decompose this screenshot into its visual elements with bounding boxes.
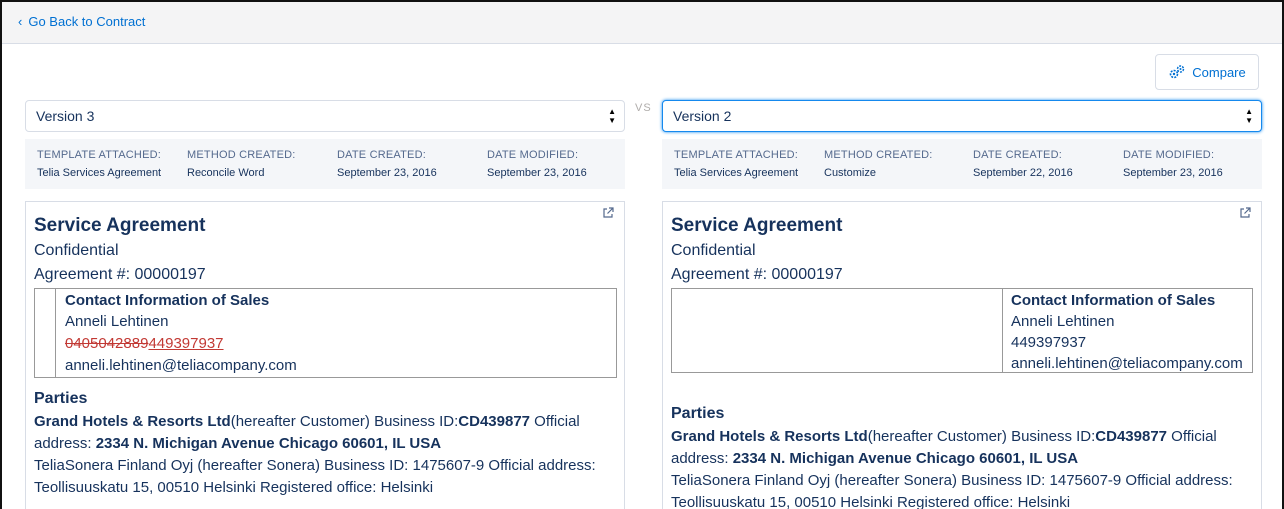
party-address: 2334 N. Michigan Avenue Chicago 60601, I… bbox=[95, 435, 442, 452]
agreement-number: Agreement #: 00000197 bbox=[34, 266, 206, 283]
contact-header: Contact Information of Sales bbox=[1011, 292, 1216, 309]
chevron-left-icon: ‹ bbox=[18, 14, 23, 29]
left-document-preview: Service Agreement Confidential Agreement… bbox=[25, 201, 625, 509]
meta-value: September 22, 2016 bbox=[973, 167, 1073, 179]
meta-value: Telia Services Agreement bbox=[674, 167, 799, 179]
right-document-preview: Service Agreement Confidential Agreement… bbox=[662, 201, 1262, 509]
deleted-phone: 0405042889 bbox=[65, 335, 149, 352]
contact-email: anneli.lehtinen@teliacompany.com bbox=[1011, 355, 1243, 372]
meta-value: Telia Services Agreement bbox=[37, 167, 162, 179]
parties-line-4: Teollisuuskatu 15, 00510 Helsinki Regist… bbox=[671, 494, 1071, 509]
contact-table: Contact Information of Sales Anneli Leht… bbox=[671, 288, 1253, 373]
parties-text: Grand Hotels & Resorts Ltd(hereafter Cus… bbox=[671, 426, 1256, 509]
party-address: 2334 N. Michigan Avenue Chicago 60601, I… bbox=[732, 450, 1079, 467]
contact-phone-diff: 0405042889449397937 bbox=[65, 335, 224, 352]
party-desc: (hereafter Customer) Business ID: bbox=[230, 413, 459, 430]
contact-name: Anneli Lehtinen bbox=[65, 313, 169, 330]
party-official: Official bbox=[1167, 428, 1217, 445]
compare-button[interactable]: Compare bbox=[1155, 54, 1259, 90]
right-version-value: Version 2 bbox=[673, 108, 732, 124]
meta-label: METHOD CREATED: bbox=[824, 149, 933, 161]
contact-table-empty-cell bbox=[35, 289, 56, 377]
party-id: CD439877 bbox=[458, 413, 530, 430]
left-version-value: Version 3 bbox=[36, 108, 95, 124]
parties-line-2: address: 2334 N. Michigan Avenue Chicago… bbox=[671, 448, 1256, 470]
meta-label: DATE MODIFIED: bbox=[1123, 149, 1215, 161]
meta-value: September 23, 2016 bbox=[337, 167, 437, 179]
parties-heading: Parties bbox=[34, 390, 88, 407]
party-id: CD439877 bbox=[1095, 428, 1167, 445]
party-official: Official bbox=[530, 413, 580, 430]
document-confidential: Confidential bbox=[34, 242, 119, 259]
meta-label: METHOD CREATED: bbox=[187, 149, 296, 161]
left-version-meta: TEMPLATE ATTACHED: Telia Services Agreem… bbox=[25, 139, 625, 189]
meta-method: METHOD CREATED: Customize bbox=[824, 149, 933, 179]
right-version-select[interactable]: Version 2 ▲ ▼ bbox=[662, 100, 1262, 132]
contact-email: anneli.lehtinen@teliacompany.com bbox=[65, 357, 297, 374]
parties-line-1: Grand Hotels & Resorts Ltd(hereafter Cus… bbox=[34, 411, 619, 433]
gears-icon bbox=[1169, 65, 1185, 79]
top-bar: ‹ Go Back to Contract bbox=[2, 2, 1282, 44]
parties-line-1: Grand Hotels & Resorts Ltd(hereafter Cus… bbox=[671, 426, 1256, 448]
contact-header: Contact Information of Sales bbox=[65, 292, 270, 309]
inserted-phone: 449397937 bbox=[148, 335, 224, 352]
parties-line-3: TeliaSonera Finland Oyj (hereafter Soner… bbox=[671, 472, 1233, 489]
meta-label: DATE MODIFIED: bbox=[487, 149, 579, 161]
open-external-icon[interactable] bbox=[1239, 207, 1251, 219]
meta-label: DATE CREATED: bbox=[337, 149, 426, 161]
meta-value: September 23, 2016 bbox=[487, 167, 587, 179]
document-title: Service Agreement bbox=[34, 215, 206, 236]
meta-label: TEMPLATE ATTACHED: bbox=[37, 149, 162, 161]
vs-label: VS bbox=[635, 102, 652, 114]
meta-date-created: DATE CREATED: September 22, 2016 bbox=[973, 149, 1073, 179]
back-link-label: Go Back to Contract bbox=[28, 14, 146, 29]
app-frame: ‹ Go Back to Contract Compare Version 3 … bbox=[0, 0, 1284, 509]
meta-label: TEMPLATE ATTACHED: bbox=[674, 149, 799, 161]
contact-table: Contact Information of Sales Anneli Leht… bbox=[34, 288, 617, 378]
open-external-icon[interactable] bbox=[602, 207, 614, 219]
select-arrows-icon: ▲ ▼ bbox=[1245, 107, 1253, 125]
select-arrows-icon: ▲ ▼ bbox=[608, 107, 616, 125]
meta-template: TEMPLATE ATTACHED: Telia Services Agreem… bbox=[37, 149, 161, 179]
meta-label: DATE CREATED: bbox=[973, 149, 1062, 161]
parties-line-3: TeliaSonera Finland Oyj (hereafter Soner… bbox=[34, 457, 596, 474]
meta-value: Customize bbox=[824, 167, 876, 179]
contact-phone: 449397937 bbox=[1011, 334, 1087, 351]
meta-value: Reconcile Word bbox=[187, 167, 265, 179]
right-version-meta: TEMPLATE ATTACHED: Telia Services Agreem… bbox=[662, 139, 1262, 189]
parties-line-4: Teollisuuskatu 15, 00510 Helsinki Regist… bbox=[34, 479, 434, 496]
back-to-contract-link[interactable]: ‹ Go Back to Contract bbox=[18, 14, 145, 29]
left-version-select[interactable]: Version 3 ▲ ▼ bbox=[25, 100, 625, 132]
party-desc: (hereafter Customer) Business ID: bbox=[867, 428, 1096, 445]
address-label: address: bbox=[671, 450, 733, 467]
contact-name: Anneli Lehtinen bbox=[1011, 313, 1115, 330]
meta-method: METHOD CREATED: Reconcile Word bbox=[187, 149, 296, 179]
meta-template: TEMPLATE ATTACHED: Telia Services Agreem… bbox=[674, 149, 798, 179]
document-confidential: Confidential bbox=[671, 242, 756, 259]
parties-heading: Parties bbox=[671, 405, 725, 422]
party-name: Grand Hotels & Resorts Ltd bbox=[34, 413, 231, 430]
parties-line-2: address: 2334 N. Michigan Avenue Chicago… bbox=[34, 433, 619, 455]
meta-date-created: DATE CREATED: September 23, 2016 bbox=[337, 149, 437, 179]
contact-table-empty-cell bbox=[672, 289, 1003, 372]
compare-label: Compare bbox=[1192, 64, 1246, 80]
document-title: Service Agreement bbox=[671, 215, 843, 236]
party-name: Grand Hotels & Resorts Ltd bbox=[671, 428, 868, 445]
meta-value: September 23, 2016 bbox=[1123, 167, 1223, 179]
address-label: address: bbox=[34, 435, 96, 452]
parties-text: Grand Hotels & Resorts Ltd(hereafter Cus… bbox=[34, 411, 619, 499]
agreement-number: Agreement #: 00000197 bbox=[671, 266, 843, 283]
meta-date-modified: DATE MODIFIED: September 23, 2016 bbox=[1123, 149, 1223, 179]
meta-date-modified: DATE MODIFIED: September 23, 2016 bbox=[487, 149, 587, 179]
